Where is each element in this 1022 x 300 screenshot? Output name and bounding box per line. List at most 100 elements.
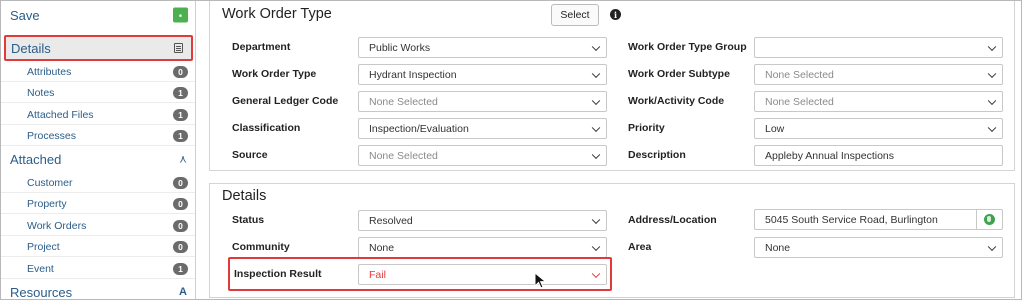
- field-value: Low: [765, 122, 785, 135]
- chevron-down-icon: [591, 215, 601, 224]
- field-value: Resolved: [369, 214, 413, 227]
- select-button[interactable]: Select: [551, 4, 599, 26]
- chevron-down-icon: [591, 96, 601, 105]
- sidebar-item-label: Attributes: [27, 65, 72, 78]
- chevron-down-icon: [591, 123, 601, 132]
- section-title: Details: [222, 188, 267, 204]
- resources-icon: A: [179, 286, 187, 298]
- field-value: Public Works: [369, 41, 431, 54]
- community-dropdown[interactable]: None: [358, 237, 607, 258]
- field-label: Work Order Subtype: [628, 68, 730, 80]
- save-icon[interactable]: ▪: [173, 7, 188, 23]
- work-activity-code-dropdown[interactable]: None Selected: [754, 91, 1003, 112]
- sidebar-item-processes[interactable]: Processes 1: [1, 126, 195, 146]
- sidebar-resources-label: Resources: [10, 284, 73, 300]
- field-label: Community: [232, 241, 290, 253]
- field-label: Status: [232, 214, 265, 226]
- sidebar-details-label: Details: [11, 40, 51, 56]
- chevron-down-icon: [987, 96, 997, 105]
- work-order-subtype-dropdown[interactable]: None Selected: [754, 64, 1003, 85]
- globe-icon: [984, 214, 995, 225]
- general-ledger-code-dropdown[interactable]: None Selected: [358, 91, 607, 112]
- field-value: None Selected: [765, 68, 834, 81]
- field-value: Inspection/Evaluation: [369, 122, 469, 135]
- chevron-down-icon: [591, 150, 601, 159]
- sidebar-item-project[interactable]: Project 0: [1, 237, 195, 257]
- department-dropdown[interactable]: Public Works: [358, 37, 607, 58]
- field-value: 5045 South Service Road, Burlington: [765, 213, 938, 226]
- field-value: None Selected: [369, 95, 438, 108]
- count-badge: 0: [173, 176, 188, 189]
- sidebar-item-event[interactable]: Event 1: [1, 259, 195, 279]
- chevron-down-icon: [591, 242, 601, 251]
- sidebar-item-label: Property: [27, 197, 67, 210]
- field-label: General Ledger Code: [232, 95, 339, 107]
- sidebar-item-label: Notes: [27, 86, 55, 99]
- field-label: Description: [628, 149, 686, 161]
- field-label: Work Order Type Group: [628, 41, 747, 53]
- sidebar-save-label: Save: [10, 7, 40, 23]
- sidebar-resources[interactable]: Resources A: [1, 281, 195, 300]
- field-value: Appleby Annual Inspections: [765, 149, 895, 162]
- field-label: Work/Activity Code: [628, 95, 725, 107]
- sidebar-item-work-orders[interactable]: Work Orders 0: [1, 216, 195, 236]
- mouse-cursor-icon: [534, 272, 547, 289]
- count-badge: 1: [173, 129, 188, 142]
- field-label: Source: [232, 149, 268, 161]
- source-dropdown[interactable]: None Selected: [358, 145, 607, 166]
- area-dropdown[interactable]: None: [754, 237, 1003, 258]
- address-location-input[interactable]: 5045 South Service Road, Burlington: [754, 209, 1003, 230]
- count-badge: 0: [173, 219, 188, 232]
- chevron-down-icon: [987, 42, 997, 51]
- section-title: Work Order Type: [222, 6, 332, 22]
- sidebar: Save ▪ Details Attributes 0 Notes 1 Atta…: [1, 1, 196, 300]
- status-dropdown[interactable]: Resolved: [358, 210, 607, 231]
- info-icon[interactable]: i: [610, 9, 621, 20]
- classification-dropdown[interactable]: Inspection/Evaluation: [358, 118, 607, 139]
- count-badge: 1: [173, 86, 188, 99]
- count-badge: 0: [173, 65, 188, 78]
- sidebar-item-label: Attached Files: [27, 108, 94, 121]
- field-value: None Selected: [369, 149, 438, 162]
- work-order-form: Save ▪ Details Attributes 0 Notes 1 Atta…: [0, 0, 1022, 300]
- sidebar-item-attributes[interactable]: Attributes 0: [1, 62, 195, 82]
- field-label: Work Order Type: [232, 68, 317, 80]
- inspection-result-highlight: [228, 257, 612, 291]
- field-label: Classification: [232, 122, 301, 134]
- field-label: Area: [628, 241, 652, 253]
- chevron-down-icon: [987, 242, 997, 251]
- map-locate-button[interactable]: [976, 210, 1002, 229]
- chevron-down-icon: [591, 42, 601, 51]
- field-label: Address/Location: [628, 214, 717, 226]
- sidebar-item-property[interactable]: Property 0: [1, 194, 195, 214]
- count-badge: 0: [173, 197, 188, 210]
- work-order-type-group-dropdown[interactable]: [754, 37, 1003, 58]
- sidebar-details[interactable]: Details: [4, 35, 193, 61]
- field-value: None Selected: [765, 95, 834, 108]
- sidebar-save[interactable]: Save ▪: [1, 4, 195, 26]
- sidebar-item-label: Work Orders: [27, 219, 87, 232]
- count-badge: 1: [173, 262, 188, 275]
- description-input[interactable]: Appleby Annual Inspections: [754, 145, 1003, 166]
- sidebar-item-label: Project: [27, 240, 60, 253]
- sidebar-item-notes[interactable]: Notes 1: [1, 83, 195, 103]
- chevron-down-icon: [987, 69, 997, 78]
- sidebar-item-customer[interactable]: Customer 0: [1, 173, 195, 193]
- sidebar-attached-label: Attached: [10, 151, 62, 167]
- sidebar-attached[interactable]: Attached ⋏: [1, 148, 195, 170]
- sidebar-item-label: Event: [27, 262, 54, 275]
- document-icon: [174, 43, 183, 53]
- field-value: Hydrant Inspection: [369, 68, 457, 81]
- chevron-down-icon: [591, 69, 601, 78]
- count-badge: 1: [173, 108, 188, 121]
- field-value: None: [765, 241, 791, 254]
- priority-dropdown[interactable]: Low: [754, 118, 1003, 139]
- sidebar-item-label: Customer: [27, 176, 73, 189]
- sidebar-item-label: Processes: [27, 129, 77, 142]
- count-badge: 0: [173, 240, 188, 253]
- work-order-type-dropdown[interactable]: Hydrant Inspection: [358, 64, 607, 85]
- field-label: Priority: [628, 122, 665, 134]
- sidebar-item-attached-files[interactable]: Attached Files 1: [1, 105, 195, 125]
- field-value: None: [369, 241, 395, 254]
- chevron-down-icon: [987, 123, 997, 132]
